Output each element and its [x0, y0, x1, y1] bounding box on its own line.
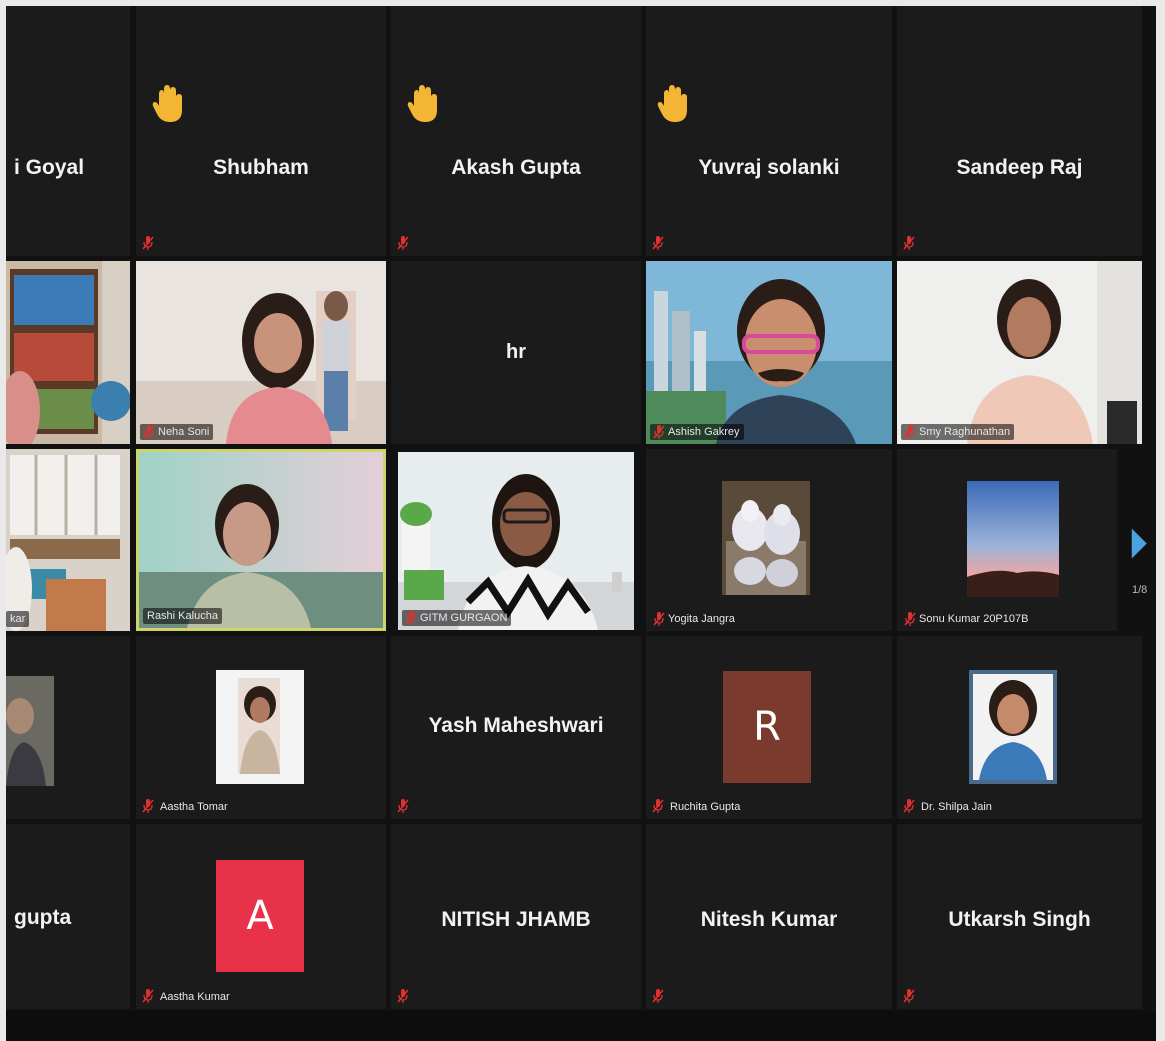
muted-mic-icon [652, 989, 664, 1003]
muted-mic-icon [405, 611, 417, 625]
muted-mic-icon [142, 236, 154, 250]
participant-name: Sandeep Raj [956, 156, 1083, 179]
participant-name: gupta [14, 906, 72, 929]
participant-name: kar [10, 613, 26, 625]
participant-caption: Neha Soni [140, 424, 214, 440]
participant-name: NITISH JHAMB [441, 908, 591, 931]
participant-caption: Sonu Kumar 20P107B [901, 611, 1032, 627]
participant-caption: Smy Raghunathan [901, 424, 1015, 440]
participant-name: GITM GURGAON [420, 612, 508, 624]
participant-tile[interactable]: Neha Soni [136, 261, 386, 444]
muted-mic-icon [903, 989, 915, 1003]
participant-video [139, 452, 383, 628]
participant-video [6, 449, 130, 631]
profile-picture [969, 670, 1057, 784]
participant-tile[interactable]: GITM GURGAON [398, 452, 634, 630]
participant-name: Shubham [213, 156, 309, 179]
participant-tile[interactable] [6, 636, 130, 819]
muted-mic-icon [397, 236, 409, 250]
participant-name: Yash Maheshwari [428, 714, 604, 737]
muted-mic-icon [904, 425, 916, 439]
participant-tile[interactable] [6, 261, 130, 444]
participant-tile[interactable]: A Aastha Kumar [136, 824, 386, 1009]
muted-mic-icon [397, 799, 409, 813]
participant-name: i Goyal [14, 156, 85, 179]
muted-mic-icon [653, 425, 665, 439]
participant-tile[interactable]: R Ruchita Gupta [646, 636, 892, 819]
avatar-letter: R [753, 704, 781, 750]
participant-tile[interactable]: Ashish Gakrey [646, 261, 892, 444]
participant-name: Ruchita Gupta [670, 801, 741, 813]
participant-caption: kar [6, 611, 30, 627]
profile-picture [6, 676, 54, 786]
participant-tile[interactable]: Yash Maheshwari [391, 636, 641, 819]
participant-video [646, 261, 892, 444]
participant-tile[interactable]: i Goyal [6, 6, 130, 256]
participant-tile[interactable]: Dr. Shilpa Jain [897, 636, 1142, 819]
participant-video [398, 452, 634, 630]
avatar: A [216, 860, 304, 972]
participant-name: Neha Soni [158, 426, 210, 438]
next-page-arrow-icon[interactable] [1128, 521, 1152, 581]
gallery-view-screen: i Goyal Shubham Akash Gupta Yuvraj solan… [6, 6, 1156, 1041]
participant-name: Nitesh Kumar [700, 908, 838, 931]
participant-tile[interactable]: NITISH JHAMB [391, 824, 641, 1009]
participant-tile[interactable]: hr [391, 261, 641, 444]
muted-mic-icon [904, 612, 916, 626]
muted-mic-icon [143, 425, 155, 439]
participant-name: Yogita Jangra [668, 613, 735, 625]
muted-mic-icon [903, 799, 915, 813]
participant-tile[interactable]: Akash Gupta [391, 6, 641, 256]
participant-caption: Yogita Jangra [650, 611, 739, 627]
participant-tile[interactable]: Utkarsh Singh [897, 824, 1142, 1009]
raise-hand-icon [152, 85, 182, 122]
participant-tile-active-speaker[interactable]: Rashi Kalucha [136, 449, 386, 631]
muted-mic-icon [652, 799, 664, 813]
muted-mic-icon [397, 989, 409, 1003]
muted-mic-icon [903, 236, 915, 250]
participant-name: hr [506, 341, 526, 363]
participant-name: Utkarsh Singh [948, 908, 1091, 931]
participant-tile[interactable]: Yuvraj solanki [646, 6, 892, 256]
participant-caption: Ashish Gakrey [650, 424, 744, 440]
participant-grid: i Goyal Shubham Akash Gupta Yuvraj solan… [6, 6, 1156, 1011]
participant-tile[interactable]: Yogita Jangra [646, 449, 892, 631]
participant-name: Rashi Kalucha [147, 610, 218, 622]
participant-tile[interactable]: Aastha Tomar [136, 636, 386, 819]
participant-tile[interactable]: Sonu Kumar 20P107B [897, 449, 1117, 631]
participant-name: Akash Gupta [451, 156, 581, 179]
participant-video [6, 261, 130, 444]
bottom-toolbar-strip [6, 1011, 1156, 1041]
participant-name: Smy Raghunathan [919, 426, 1011, 438]
participant-tile[interactable]: kar [6, 449, 130, 631]
participant-tile[interactable]: gupta [6, 824, 130, 1009]
muted-mic-icon [653, 612, 665, 626]
participant-tile[interactable]: Smy Raghunathan [897, 261, 1142, 444]
profile-picture [967, 481, 1059, 597]
muted-mic-icon [652, 236, 664, 250]
participant-name: Aastha Kumar [160, 991, 230, 1003]
page-indicator: 1/8 [1132, 584, 1148, 596]
participant-name: Sonu Kumar 20P107B [919, 613, 1029, 625]
participant-video [897, 261, 1142, 444]
participant-caption: Rashi Kalucha [143, 608, 222, 624]
participant-name: Ashish Gakrey [668, 426, 740, 438]
participant-name: Aastha Tomar [160, 801, 228, 813]
profile-picture [722, 481, 810, 595]
participant-tile[interactable]: Shubham [136, 6, 386, 256]
participant-tile[interactable]: Nitesh Kumar [646, 824, 892, 1009]
raise-hand-icon [407, 85, 437, 122]
raise-hand-icon [657, 85, 687, 122]
muted-mic-icon [142, 989, 154, 1003]
avatar-letter: A [246, 893, 274, 939]
participant-name: Yuvraj solanki [698, 156, 840, 179]
participant-video [136, 261, 386, 444]
profile-picture [216, 670, 304, 784]
avatar: R [723, 671, 811, 783]
muted-mic-icon [142, 799, 154, 813]
participant-name: Dr. Shilpa Jain [921, 801, 992, 813]
participant-tile[interactable]: Sandeep Raj [897, 6, 1142, 256]
participant-caption: GITM GURGAON [402, 610, 512, 626]
